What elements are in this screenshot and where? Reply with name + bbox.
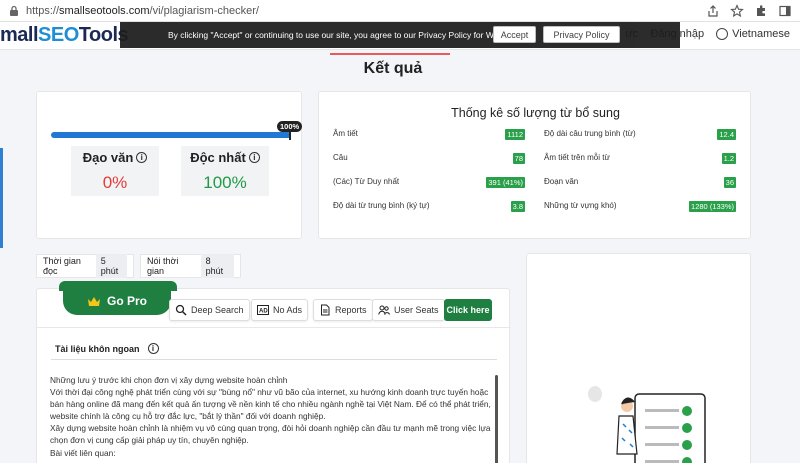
star-icon[interactable] (730, 4, 744, 18)
speaking-time-box: Nói thời gian 8 phút (140, 254, 241, 278)
document-line: bán hàng online đã mang đến kết quả ấn t… (50, 399, 491, 410)
divider (37, 327, 511, 328)
stat-value-badge: 1.2 (721, 153, 736, 164)
info-icon[interactable]: i (147, 343, 159, 354)
user-seats-button[interactable]: User Seats (372, 299, 445, 321)
deep-search-button[interactable]: Deep Search (169, 299, 250, 321)
logo-prefix: mall (0, 24, 39, 46)
document-line: Bài viết liên quan: (50, 447, 116, 458)
document-line: Với thời đại công nghệ phát triển cùng v… (50, 387, 489, 398)
cookie-banner: By clicking "Accept" or continuing to us… (120, 22, 680, 48)
url-host: smallseotools.com (59, 4, 150, 17)
language-label: Vietnamese (732, 28, 790, 40)
reading-time-box: Thời gian đọc 5 phút (36, 254, 134, 278)
extensions-icon[interactable] (754, 4, 768, 18)
stat-label: Độ dài từ trung bình (ký tự) (333, 201, 430, 210)
stat-label: Những từ vựng khó) (544, 201, 617, 210)
stat-value-badge: 78 (512, 153, 525, 164)
no-ads-button[interactable]: AD No Ads (251, 299, 309, 321)
document-card: Go Pro Deep Search AD No Ads Reports Use… (36, 281, 511, 463)
url-scheme: https:// (26, 4, 60, 17)
crown-icon (87, 296, 100, 306)
stat-value-badge: 1280 (133%) (689, 201, 736, 212)
url-path: /vi/plagiarism-checker/ (149, 4, 259, 17)
go-pro-button[interactable]: Go Pro (63, 287, 171, 315)
reading-time-label: Thời gian đọc (43, 256, 81, 276)
go-pro-label: Go Pro (106, 294, 147, 308)
stat-label: Độ dài câu trung bình (từ) (544, 129, 636, 138)
info-icon[interactable]: i (248, 152, 260, 163)
search-icon (175, 304, 187, 316)
deep-search-label: Deep Search (191, 305, 244, 315)
plagiarism-label: Đạo văn (82, 150, 134, 165)
side-illustration-card (526, 253, 751, 463)
reports-button[interactable]: Reports (313, 299, 373, 321)
document-text[interactable]: Những lưu ý trước khi chọn đơn vị xây dự… (50, 374, 496, 459)
document-line: chọn đơn vị cung cấp giải pháp uy tín, c… (50, 435, 249, 446)
stat-label: Âm tiết (333, 129, 358, 138)
reports-label: Reports (335, 305, 367, 315)
unique-box: Độc nhất i 100% (181, 146, 269, 196)
document-title: Tài liệu khôn ngoan (55, 343, 140, 354)
plagiarism-result-card: 100% Đạo văn i 0% Độc nhất i 100% (36, 91, 303, 239)
accept-button[interactable]: Accept (493, 26, 536, 43)
speaking-time-value: 8 phút (200, 254, 234, 278)
site-logo[interactable]: mallSEOTools (0, 24, 129, 47)
document-line: website chính là công cụ hỗ trợ đắc lực,… (50, 411, 326, 422)
plagiarism-value: 0% (102, 173, 128, 192)
globe-icon (716, 28, 729, 40)
privacy-policy-button[interactable]: Privacy Policy (543, 26, 620, 43)
scrollbar-thumb[interactable] (495, 375, 498, 463)
active-tab-indicator (330, 53, 450, 55)
cookie-text: By clicking "Accept" or continuing to us… (168, 30, 517, 40)
progress-label: 100% (277, 121, 303, 132)
url-text[interactable]: https://smallseotools.com/vi/plagiarism-… (26, 5, 259, 17)
stat-value-badge: 36 (723, 177, 736, 188)
reading-time-value: 5 phút (95, 254, 127, 278)
stat-value-badge: 12.4 (717, 129, 736, 140)
user-seats-label: User Seats (394, 305, 439, 315)
document-line: Xây dựng website hoàn chỉnh là nhiệm vụ … (50, 423, 491, 434)
stats-title: Thống kê số lượng từ bổ sung (451, 106, 620, 120)
report-icon (321, 304, 330, 316)
unique-value: 100% (203, 173, 247, 192)
stat-label: Âm tiết trên mỗi từ (544, 153, 610, 162)
plagiarism-box: Đạo văn i 0% (71, 146, 159, 196)
checklist-illustration (588, 386, 706, 463)
svg-text:AD: AD (259, 309, 268, 315)
language-selector[interactable]: Vietnamese (716, 28, 790, 40)
users-icon (378, 305, 390, 315)
unique-label: Độc nhất (190, 150, 246, 165)
document-line: Những lưu ý trước khi chọn đơn vị xây dự… (50, 375, 288, 385)
browser-address-bar[interactable]: https://smallseotools.com/vi/plagiarism-… (0, 0, 800, 22)
left-edge-marker (0, 148, 3, 248)
page-title: Kết quả (363, 60, 423, 77)
speaking-time-label: Nói thời gian (147, 256, 179, 276)
word-stats-card: Thống kê số lượng từ bổ sung Âm tiết 111… (318, 91, 751, 239)
click-here-button[interactable]: Click here (444, 299, 492, 321)
info-icon[interactable]: i (136, 152, 148, 163)
ad-block-icon: AD (257, 305, 269, 315)
stat-label: Câu (333, 153, 348, 162)
stat-label: Đoạn văn (544, 177, 579, 186)
no-ads-label: No Ads (273, 305, 303, 315)
stat-value-badge: 1112 (505, 129, 525, 140)
sidepanel-icon[interactable] (778, 4, 792, 18)
share-icon[interactable] (706, 4, 720, 18)
lock-icon[interactable] (8, 5, 20, 17)
stat-value-badge: 3.8 (510, 201, 525, 212)
uniqueness-progress-bar (51, 132, 291, 138)
stat-value-badge: 391 (41%) (486, 177, 525, 188)
document-title-row: Tài liệu khôn ngoan i (55, 343, 159, 354)
logo-seo: SEO (38, 24, 79, 46)
divider (51, 359, 497, 360)
stat-label: (Các) Từ Duy nhất (333, 177, 400, 186)
